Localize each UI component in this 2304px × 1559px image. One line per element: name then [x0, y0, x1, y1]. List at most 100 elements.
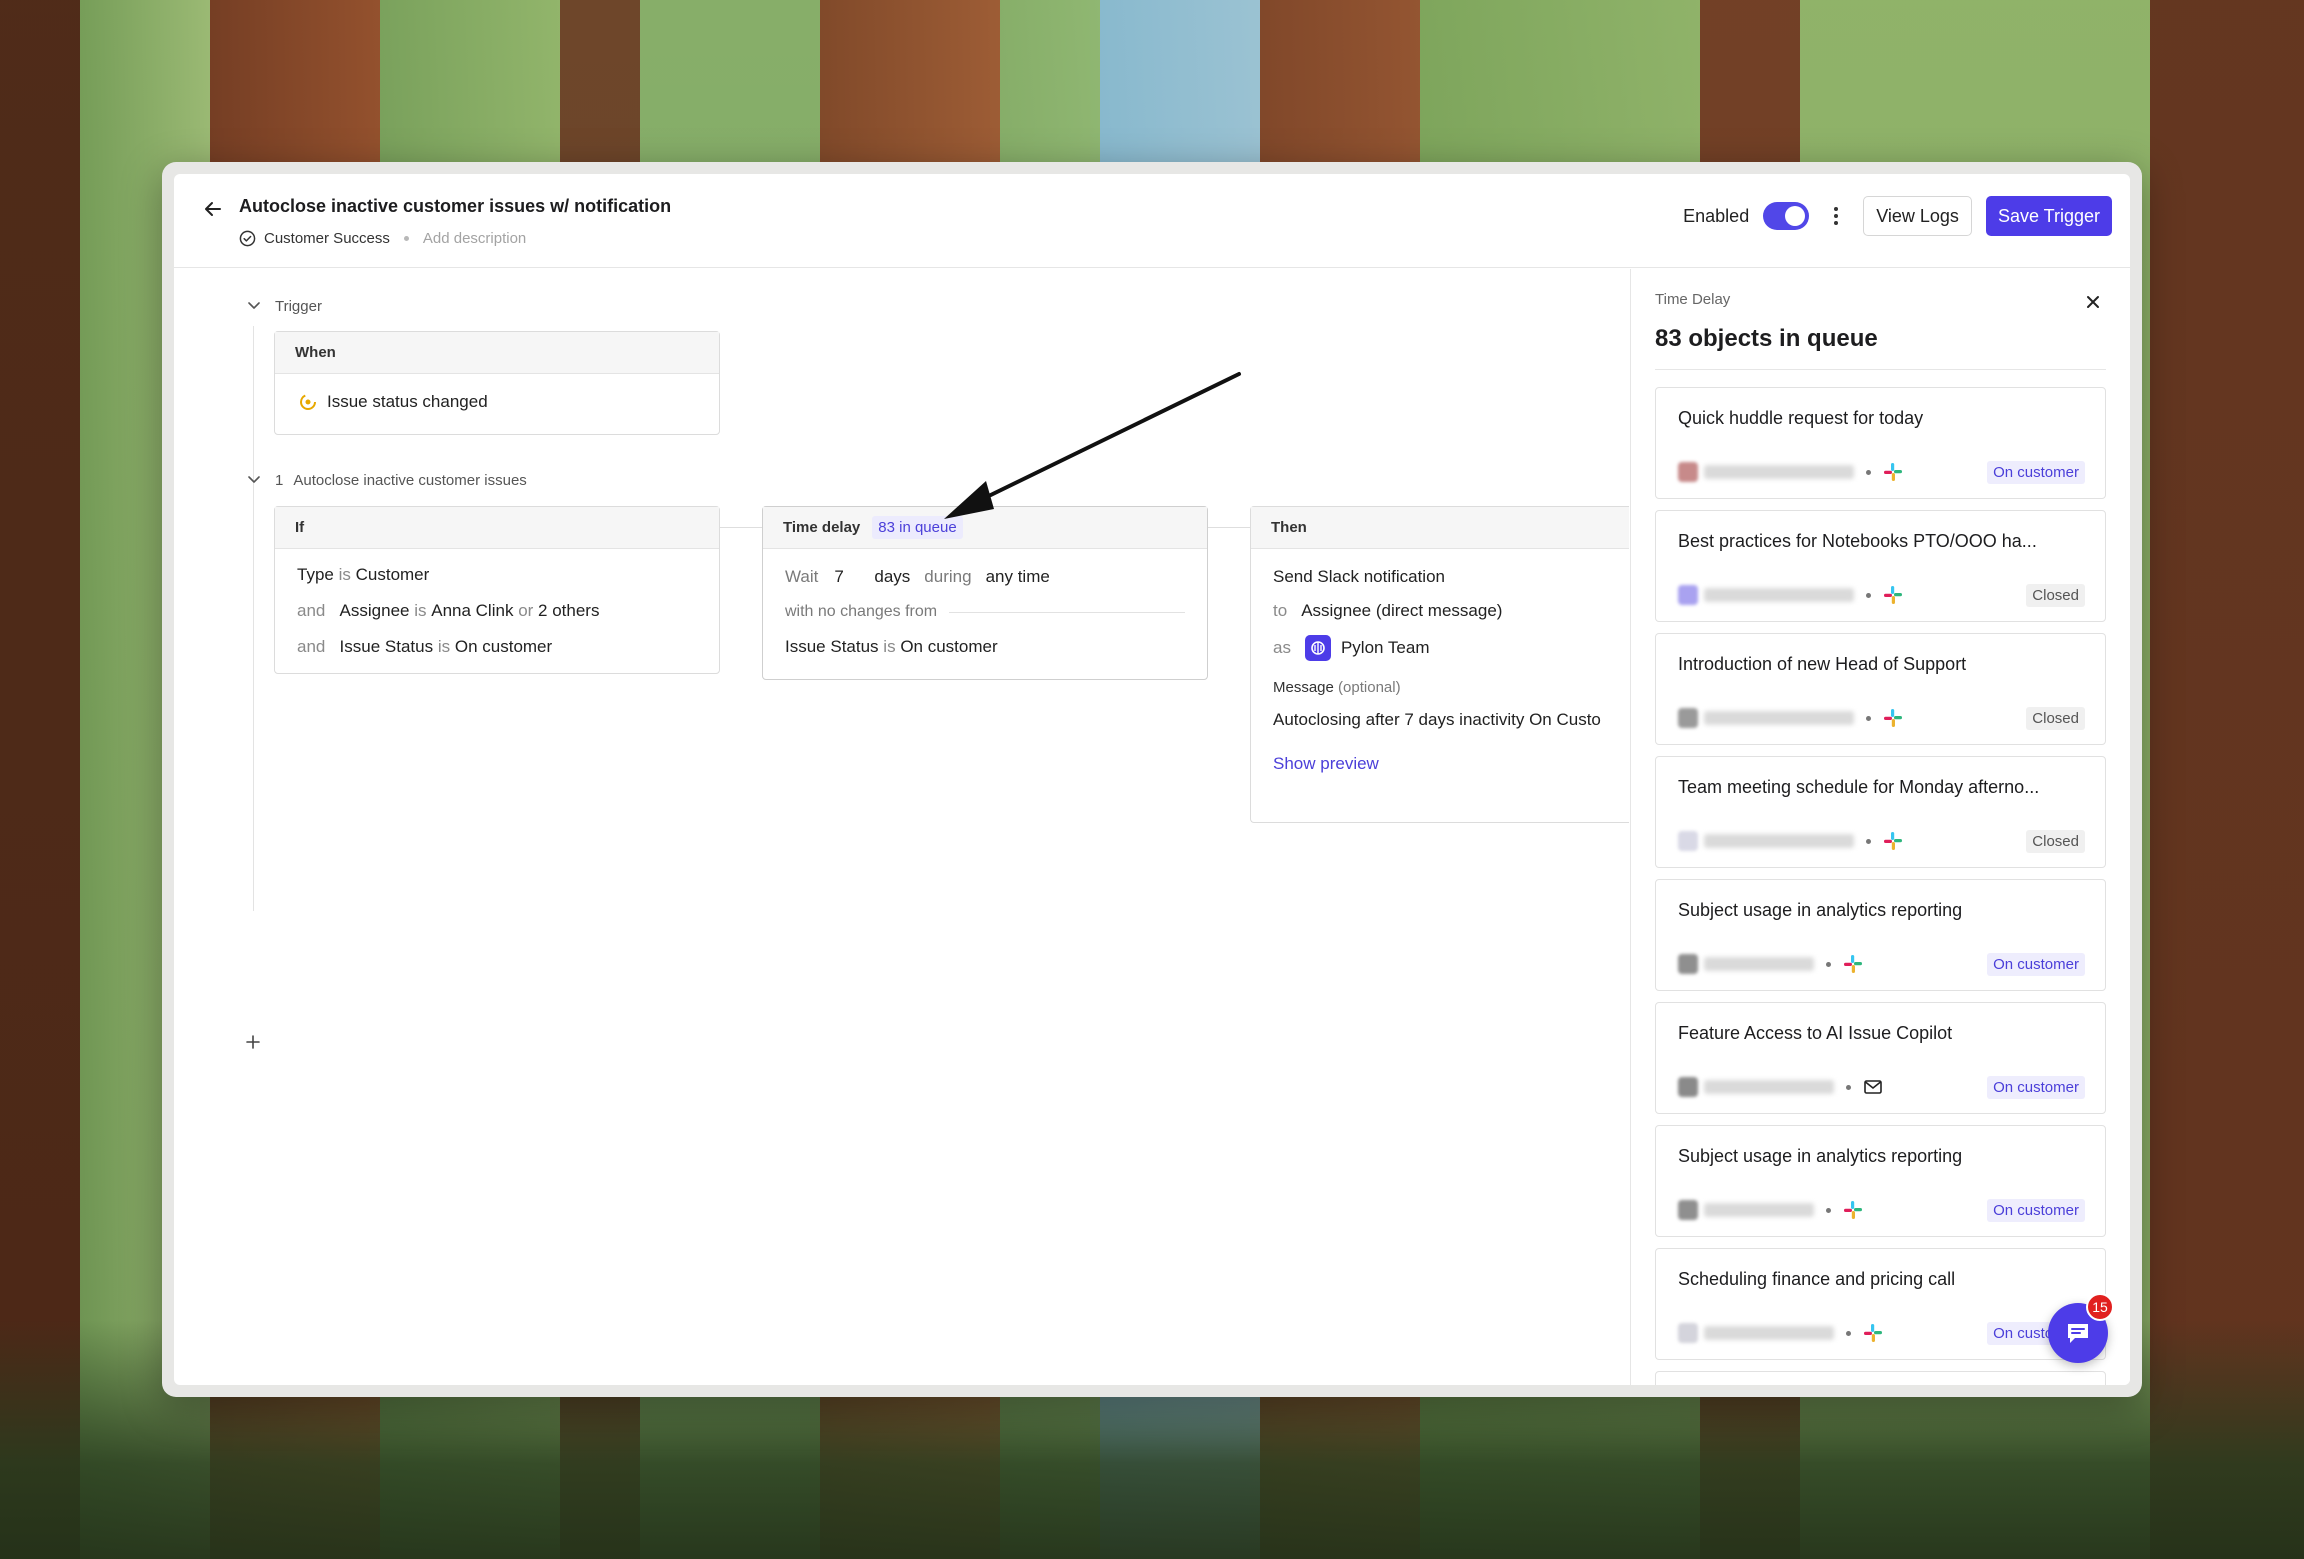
workflow-spine — [253, 326, 254, 911]
queue-item-title: Scheduling finance and pricing call — [1678, 1269, 1956, 1289]
check-circle-icon — [239, 230, 256, 247]
message-label: Message — [1273, 679, 1334, 696]
wait-amount[interactable]: 7 — [834, 567, 874, 587]
queue-item[interactable]: Best practices for Notebooks PTO/OOO ha.… — [1655, 510, 2106, 622]
queue-item[interactable]: Introduction of new Head of Support Clos… — [1655, 633, 2106, 745]
redacted-name — [1704, 465, 1854, 479]
condition-extra-value[interactable]: 2 others — [538, 601, 599, 621]
message-value[interactable]: Autoclosing after 7 days inactivity On C… — [1251, 696, 1629, 730]
page-title: Autoclose inactive customer issues w/ no… — [239, 196, 672, 216]
queue-item-title: Subject usage in analytics reporting — [1678, 1146, 1963, 1166]
then-card[interactable]: Then Send Slack notification to Assignee… — [1250, 506, 1629, 823]
if-card[interactable]: If Type is Customer and Assignee is Anna… — [274, 506, 720, 674]
then-card-header: Then — [1251, 507, 1629, 549]
close-panel-button[interactable] — [2080, 289, 2106, 315]
condition-prefix: and — [297, 601, 326, 620]
status-badge: Closed — [2026, 830, 2085, 853]
avatar — [1678, 708, 1698, 728]
condition-extra-operator: or — [518, 601, 534, 620]
avatar — [1678, 462, 1698, 482]
queue-list: Quick huddle request for today On custom… — [1655, 387, 2106, 1385]
as-value[interactable]: Pylon Team — [1341, 638, 1430, 658]
avatar — [1678, 831, 1698, 851]
time-delay-card[interactable]: Time delay 83 in queue Wait 7 days durin… — [762, 506, 1208, 680]
status-badge: On customer — [1987, 1199, 2085, 1222]
queue-item-meta — [1678, 462, 1903, 482]
to-label: to — [1273, 601, 1288, 620]
save-trigger-button[interactable]: Save Trigger — [1985, 196, 2112, 236]
view-logs-button[interactable]: View Logs — [1863, 196, 1972, 236]
mail-icon — [1864, 1080, 1882, 1094]
queue-item[interactable]: Team meeting schedule for Monday afterno… — [1655, 756, 2106, 868]
queue-item[interactable]: Subject usage in analytics reporting On … — [1655, 879, 2106, 991]
show-preview-link[interactable]: Show preview — [1251, 730, 1629, 774]
as-label: as — [1273, 638, 1291, 657]
when-event: Issue status changed — [327, 392, 488, 411]
collapse-step-button[interactable] — [243, 469, 265, 491]
pylon-logo-icon — [1304, 635, 1331, 661]
wait-unit[interactable]: days — [874, 567, 910, 587]
condition-field: Assignee — [339, 601, 410, 620]
if-card-header: If — [275, 507, 719, 549]
queue-item-meta — [1678, 708, 1903, 728]
page-header: Autoclose inactive customer issues w/ no… — [174, 174, 2130, 268]
toggle-knob — [1785, 206, 1806, 226]
wait-row: Wait 7 days during any time — [763, 549, 1207, 587]
message-optional: (optional) — [1338, 679, 1401, 696]
queue-item[interactable] — [1655, 1371, 2106, 1385]
collapse-trigger-button[interactable] — [243, 295, 265, 317]
queue-item-meta — [1678, 1323, 1883, 1343]
step-number: 1 — [275, 471, 284, 489]
back-button[interactable] — [198, 194, 228, 224]
close-icon — [2087, 296, 2099, 308]
when-card-header: When — [275, 332, 719, 374]
condition-value: On customer — [900, 637, 998, 656]
condition-operator: is — [414, 601, 427, 620]
unread-count-badge: 15 — [2086, 1293, 2114, 1321]
then-as-row: as Pylon Team — [1251, 621, 1629, 661]
slack-icon — [1884, 709, 1902, 727]
slack-icon — [1864, 1324, 1882, 1342]
during-value[interactable]: any time — [986, 567, 1050, 587]
queue-item-meta — [1678, 585, 1903, 605]
queue-item[interactable]: Scheduling finance and pricing call On c… — [1655, 1248, 2106, 1360]
separator-dot — [403, 236, 409, 241]
queue-item[interactable]: Quick huddle request for today On custom… — [1655, 387, 2106, 499]
chat-icon — [2068, 1324, 2088, 1343]
when-card[interactable]: When Issue status changed — [274, 331, 720, 435]
panel-divider — [1655, 369, 2106, 370]
slack-icon — [1844, 1201, 1862, 1219]
message-label-row: Message (optional) — [1251, 661, 1629, 696]
redacted-name — [1704, 834, 1854, 848]
annotation-arrow — [944, 372, 1241, 519]
support-chat-button[interactable]: 15 — [2048, 1293, 2114, 1363]
avatar — [1678, 1200, 1698, 1220]
queue-item-meta — [1678, 1077, 1883, 1097]
separator-dot — [1826, 961, 1831, 967]
condition-row: and Issue Status is On customer — [275, 621, 719, 657]
separator-dot — [1826, 1207, 1831, 1213]
wait-label: Wait — [785, 567, 819, 586]
queue-item[interactable]: Subject usage in analytics reporting On … — [1655, 1125, 2106, 1237]
add-step-button[interactable] — [242, 1031, 264, 1053]
team-name[interactable]: Customer Success — [264, 230, 390, 247]
avatar — [1678, 1323, 1698, 1343]
separator-dot — [1866, 715, 1871, 721]
redacted-name — [1704, 588, 1854, 602]
enabled-toggle[interactable] — [1763, 202, 1810, 230]
separator-dot — [1866, 592, 1871, 598]
more-options-button[interactable] — [1823, 199, 1849, 233]
queue-item-meta — [1678, 831, 1903, 851]
workflow-canvas: Trigger When Issue status changed 1 Auto… — [174, 269, 1629, 1385]
avatar — [1678, 1077, 1698, 1097]
page-subline: Customer Success Add description — [239, 230, 526, 247]
time-delay-label: Time delay — [783, 519, 861, 536]
status-badge: Closed — [2026, 584, 2085, 607]
condition-prefix: and — [297, 637, 326, 656]
enabled-label: Enabled — [1683, 205, 1750, 226]
queue-item[interactable]: Feature Access to AI Issue Copilot On cu… — [1655, 1002, 2106, 1114]
chevron-down-icon — [248, 302, 260, 309]
add-description-link[interactable]: Add description — [423, 230, 526, 247]
to-value[interactable]: Assignee (direct message) — [1301, 601, 1502, 621]
queue-item-title: Team meeting schedule for Monday afterno… — [1678, 777, 2040, 797]
